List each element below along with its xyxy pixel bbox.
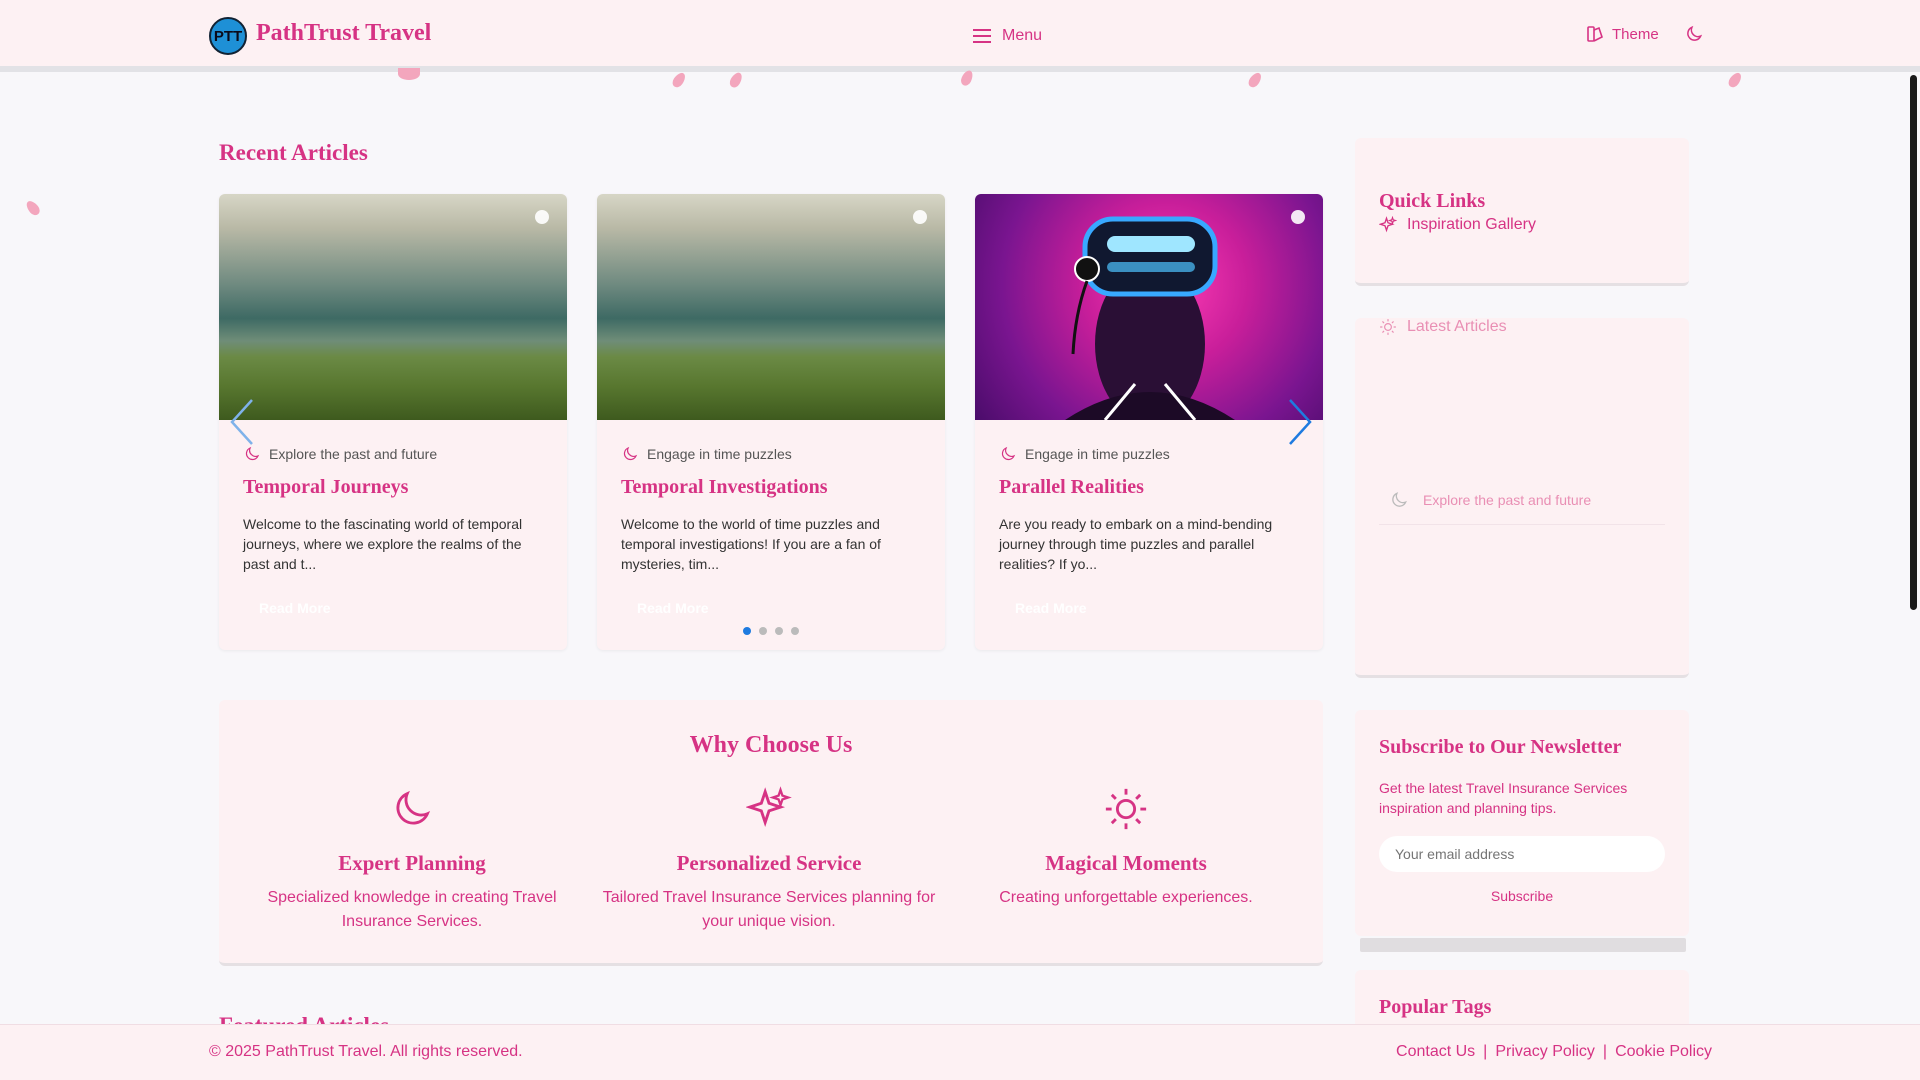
cookie-policy-link[interactable]: Cookie Policy	[1615, 1043, 1712, 1061]
article-title[interactable]: Temporal Journeys	[243, 476, 408, 499]
feature-text: Creating unforgettable experiences.	[999, 889, 1253, 906]
vr-person-illustration	[1065, 216, 1235, 420]
newsletter-widget: Subscribe to Our Newsletter Get the late…	[1355, 710, 1689, 936]
recent-articles-title: Recent Articles	[219, 140, 368, 165]
category-label: Engage in time puzzles	[1025, 446, 1170, 462]
feature-item: Personalized Service Tailored Travel Ins…	[599, 786, 939, 934]
quick-links-widget: Quick Links Inspiration Gallery	[1355, 138, 1689, 286]
article-category: Engage in time puzzles	[621, 445, 792, 463]
footer-separator: |	[1483, 1043, 1488, 1060]
pagination-dot[interactable]	[743, 627, 751, 635]
sun-icon	[1380, 319, 1396, 335]
scrollbar[interactable]	[1910, 75, 1917, 610]
pagination-dot[interactable]	[775, 627, 783, 635]
why-choose-us-section: Why Choose Us Expert Planning Specialize…	[219, 700, 1323, 966]
article-image	[975, 194, 1323, 420]
quick-links-title: Quick Links	[1379, 190, 1486, 212]
quick-link-inspiration-gallery[interactable]: Inspiration Gallery	[1379, 216, 1536, 234]
contact-us-link[interactable]: Contact Us	[1396, 1043, 1475, 1061]
dark-mode-toggle[interactable]	[1684, 24, 1704, 49]
article-title[interactable]: Parallel Realities	[999, 476, 1144, 499]
article-title[interactable]: Temporal Investigations	[621, 476, 828, 499]
brand-name[interactable]: PathTrust Travel	[256, 20, 431, 47]
popular-tags-widget: Popular Tags	[1355, 970, 1689, 1030]
menu-label: Menu	[1002, 27, 1043, 44]
logo[interactable]: PTT	[209, 17, 247, 55]
carousel-pagination	[743, 627, 799, 635]
moon-icon	[1687, 25, 1703, 41]
carousel-next-button[interactable]	[1286, 398, 1314, 451]
latest-articles-header: Latest Articles	[1379, 318, 1507, 336]
pagination-dot[interactable]	[791, 627, 799, 635]
feature-item: Expert Planning Specialized knowledge in…	[242, 786, 582, 934]
article-card[interactable]: Engage in time puzzles Temporal Investig…	[597, 194, 945, 650]
article-excerpt: Welcome to the fascinating world of temp…	[243, 516, 523, 572]
article-card[interactable]: Explore the past and future Temporal Jou…	[219, 194, 567, 650]
latest-article-label: Explore the past and future	[1423, 492, 1592, 508]
article-image	[219, 194, 567, 420]
latest-article-item[interactable]: Explore the past and future	[1379, 490, 1665, 525]
moon-icon	[1392, 492, 1407, 507]
article-excerpt: Welcome to the world of time puzzles and…	[621, 516, 881, 572]
newsletter-underline	[1360, 938, 1686, 952]
sun-icon	[1105, 788, 1147, 830]
menu-button[interactable]: Menu	[972, 24, 1042, 48]
sparkles-icon	[1379, 216, 1397, 233]
read-more-button[interactable]: Read More	[999, 594, 1103, 622]
category-label: Explore the past and future	[269, 446, 438, 462]
feature-text: Tailored Travel Insurance Services plann…	[602, 889, 936, 930]
feature-text: Specialized knowledge in creating Travel…	[267, 889, 557, 930]
article-card[interactable]: Engage in time puzzles Parallel Realitie…	[975, 194, 1323, 650]
category-label: Engage in time puzzles	[647, 446, 792, 462]
newsletter-title: Subscribe to Our Newsletter	[1379, 736, 1622, 758]
petal-decoration	[727, 70, 745, 90]
newsletter-description: Get the latest Travel Insurance Services…	[1379, 780, 1628, 816]
petal-decoration	[1726, 70, 1744, 90]
popular-tags-title: Popular Tags	[1379, 996, 1492, 1018]
chevron-right-icon	[1289, 399, 1312, 445]
moon-icon	[1001, 446, 1016, 461]
hamburger-icon	[973, 29, 991, 43]
petal-decoration	[1246, 70, 1264, 90]
bookmark-dot[interactable]	[1291, 210, 1305, 224]
email-input[interactable]	[1379, 836, 1665, 872]
sparkles-icon	[745, 786, 792, 827]
article-excerpt: Are you ready to embark on a mind-bendin…	[999, 516, 1273, 572]
feature-item: Magical Moments Creating unforgettable e…	[956, 786, 1296, 910]
feature-title: Expert Planning	[338, 851, 486, 875]
feature-title: Personalized Service	[676, 851, 862, 875]
copyright-text: © 2025 PathTrust Travel. All rights rese…	[209, 1043, 523, 1060]
site-header: PTT PathTrust Travel Menu Theme	[0, 0, 1920, 72]
chevron-left-icon	[230, 399, 253, 445]
pagination-dot[interactable]	[759, 627, 767, 635]
petal-decoration	[24, 198, 42, 218]
petal-decoration	[398, 68, 420, 80]
theme-button[interactable]: Theme	[1586, 25, 1659, 43]
theme-label: Theme	[1612, 25, 1659, 43]
privacy-policy-link[interactable]: Privacy Policy	[1495, 1043, 1595, 1061]
bookmark-dot[interactable]	[913, 210, 927, 224]
moon-icon	[396, 790, 431, 825]
site-footer: © 2025 PathTrust Travel. All rights rese…	[0, 1024, 1920, 1080]
article-category: Engage in time puzzles	[999, 445, 1170, 463]
footer-links: Contact Us | Privacy Policy | Cookie Pol…	[1396, 1043, 1712, 1061]
subscribe-button[interactable]: Subscribe	[1355, 888, 1689, 904]
article-image	[597, 194, 945, 420]
feature-title: Magical Moments	[1045, 851, 1207, 875]
petal-decoration	[670, 70, 688, 90]
latest-articles-widget: Latest Articles Explore the past and fut…	[1355, 318, 1689, 678]
moon-icon	[623, 446, 638, 461]
latest-articles-title: Latest Articles	[1407, 318, 1507, 335]
bookmark-dot[interactable]	[535, 210, 549, 224]
article-category: Explore the past and future	[243, 445, 437, 463]
carousel-prev-button[interactable]	[228, 398, 256, 451]
read-more-button[interactable]: Read More	[621, 594, 725, 622]
quick-link-label: Inspiration Gallery	[1407, 216, 1536, 233]
palette-icon	[1587, 26, 1603, 42]
footer-separator: |	[1602, 1043, 1608, 1060]
read-more-button[interactable]: Read More	[243, 594, 347, 622]
why-choose-us-title: Why Choose Us	[689, 732, 853, 758]
